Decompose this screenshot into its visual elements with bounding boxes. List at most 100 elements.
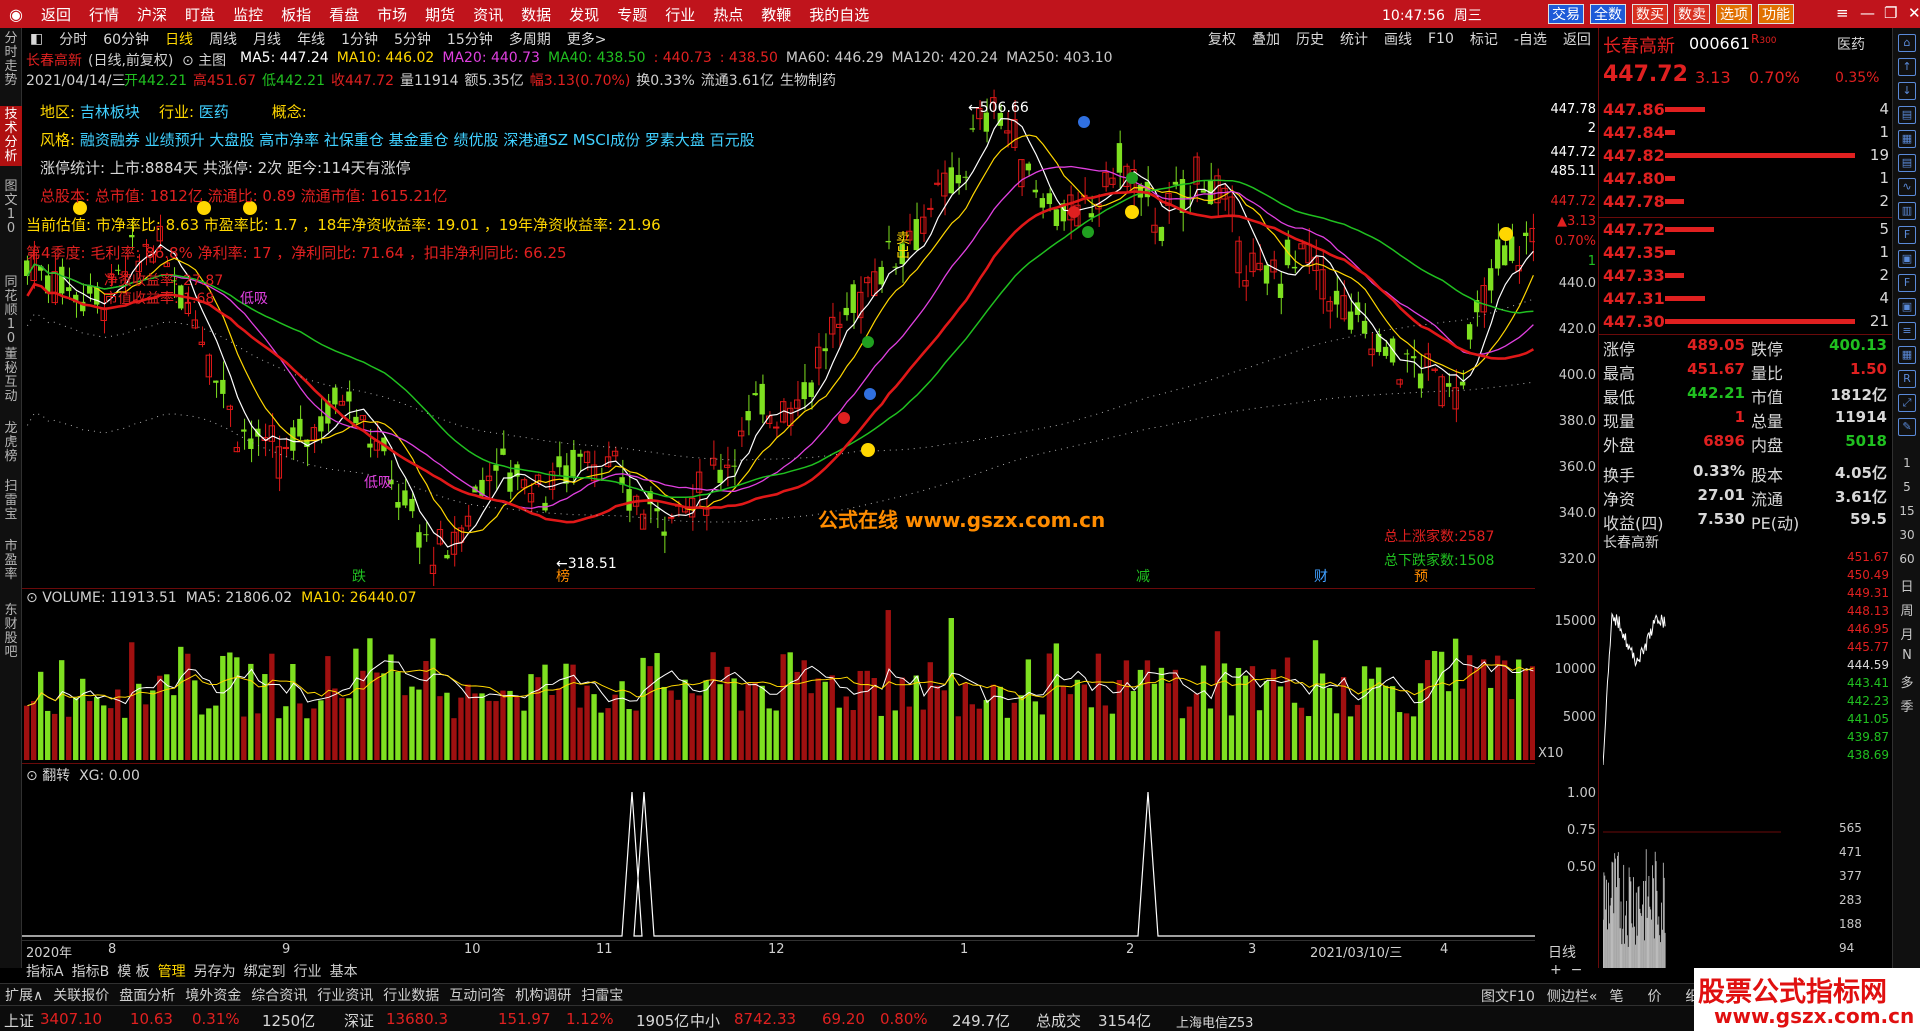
bottom-item-9[interactable]: 扫雷宝 — [576, 985, 628, 1005]
top-button-4[interactable]: 选项 — [1716, 4, 1752, 24]
left-tab-7[interactable]: 市盈率 — [0, 538, 22, 584]
bottom-item-7[interactable]: 互动问答 — [444, 985, 510, 1005]
top-button-3[interactable]: 数卖 — [1674, 4, 1710, 24]
top-button-2[interactable]: 数买 — [1632, 4, 1668, 24]
period-9[interactable]: 多周期 — [501, 29, 559, 49]
sidebar-icon-9[interactable]: ▣ — [1898, 250, 1916, 268]
period-1[interactable]: 60分钟 — [95, 29, 157, 49]
period-4[interactable]: 月线 — [245, 29, 289, 49]
chart-tool-6[interactable]: 标记 — [1462, 29, 1506, 49]
period-8[interactable]: 15分钟 — [439, 29, 501, 49]
volume-chart[interactable] — [22, 606, 1535, 762]
menu-item-0[interactable]: 返回 — [32, 4, 80, 25]
period-3[interactable]: 周线 — [201, 29, 245, 49]
chart-tool-0[interactable]: 复权 — [1200, 29, 1244, 49]
indicator-tab-1[interactable]: 指标B — [68, 961, 114, 981]
indicator-tab-4[interactable]: 另存为 — [190, 961, 240, 981]
sidebar-icon-11[interactable]: ▣ — [1898, 298, 1916, 316]
menu-item-10[interactable]: 数据 — [512, 4, 560, 25]
quote-sector[interactable]: 医药 — [1837, 34, 1865, 54]
period-5[interactable]: 年线 — [289, 29, 333, 49]
sidebar-icon-1[interactable]: ↑ — [1898, 58, 1916, 76]
sidebar-icon-6[interactable]: ∿ — [1898, 178, 1916, 196]
sidebar-icon-10[interactable]: F — [1898, 274, 1916, 292]
menu-item-4[interactable]: 监控 — [224, 4, 272, 25]
menu-item-15[interactable]: 教鞭 — [752, 4, 800, 25]
menu-item-12[interactable]: 专题 — [608, 4, 656, 25]
left-tab-4[interactable]: 董秘互动 — [0, 346, 22, 406]
indicator-tab-2[interactable]: 模 板 — [113, 961, 153, 981]
period-0[interactable]: 分时 — [51, 29, 95, 49]
menu-item-6[interactable]: 看盘 — [320, 4, 368, 25]
indicator-tab-0[interactable]: 指标A — [22, 961, 68, 981]
sidebar-period-num-2[interactable]: 15 — [1897, 504, 1917, 518]
sidebar-period-num-0[interactable]: 1 — [1897, 456, 1917, 470]
menu-item-9[interactable]: 资讯 — [464, 4, 512, 25]
left-tab-5[interactable]: 龙虎榜 — [0, 420, 22, 466]
indicator-tab-3[interactable]: 管理 — [154, 961, 190, 981]
bottom-item-6[interactable]: 行业数据 — [378, 985, 444, 1005]
sidebar-icon-3[interactable]: ▤ — [1898, 106, 1916, 124]
period-10[interactable]: 更多> — [559, 29, 615, 49]
sidebar-period-1[interactable]: 周 — [1897, 600, 1917, 619]
period-6[interactable]: 1分钟 — [333, 29, 386, 49]
menu-item-7[interactable]: 市场 — [368, 4, 416, 25]
left-tab-3[interactable]: 同花顺10 — [0, 274, 22, 348]
sidebar-period-2[interactable]: 月 — [1897, 624, 1917, 643]
left-tab-1[interactable]: 技术分析 — [0, 106, 22, 166]
top-button-0[interactable]: 交易 — [1548, 4, 1584, 24]
chart-tool-7[interactable]: -自选 — [1506, 29, 1555, 49]
sidebar-period-0[interactable]: 日 — [1897, 576, 1917, 595]
bottom-item-1[interactable]: 关联报价 — [48, 985, 114, 1005]
left-tab-8[interactable]: 东财股吧 — [0, 602, 22, 662]
sidebar-icon-13[interactable]: ▦ — [1898, 346, 1916, 364]
zoom-controls[interactable]: + − — [1550, 962, 1582, 978]
bottom-right-item-0[interactable]: 图文F10 — [1476, 986, 1540, 1006]
left-tab-0[interactable]: 分时走势 — [0, 30, 22, 90]
menu-item-3[interactable]: 盯盘 — [176, 4, 224, 25]
menu-item-13[interactable]: 行业 — [656, 4, 704, 25]
period-2[interactable]: 日线 — [157, 29, 201, 49]
window-control-1[interactable]: — — [1860, 4, 1875, 22]
period-7[interactable]: 5分钟 — [386, 29, 439, 49]
window-control-0[interactable]: ≡ — [1836, 4, 1849, 22]
indicator-chart[interactable] — [22, 782, 1535, 940]
main-chart-label[interactable]: ⊙ 主图 — [182, 50, 226, 70]
menu-item-1[interactable]: 行情 — [80, 4, 128, 25]
chart-tool-4[interactable]: 画线 — [1376, 29, 1420, 49]
bottom-right-item-1[interactable]: 侧边栏« — [1542, 986, 1603, 1006]
bottom-item-4[interactable]: 综合资讯 — [246, 985, 312, 1005]
sidebar-period-num-1[interactable]: 5 — [1897, 480, 1917, 494]
indicator-tab-6[interactable]: 行业 — [290, 961, 326, 981]
window-control-3[interactable]: ✕ — [1908, 4, 1920, 22]
bottom-item-8[interactable]: 机构调研 — [510, 985, 576, 1005]
sidebar-period-num-4[interactable]: 60 — [1897, 552, 1917, 566]
sidebar-period-4[interactable]: 多 — [1897, 672, 1917, 691]
menu-item-14[interactable]: 热点 — [704, 4, 752, 25]
sidebar-icon-16[interactable]: ✎ — [1898, 418, 1916, 436]
sidebar-icon-7[interactable]: ▥ — [1898, 202, 1916, 220]
menu-item-5[interactable]: 板指 — [272, 4, 320, 25]
date-axis-mode[interactable]: 日线 — [1548, 942, 1576, 962]
bottom-item-5[interactable]: 行业资讯 — [312, 985, 378, 1005]
sidebar-icon-4[interactable]: ▦ — [1898, 130, 1916, 148]
sidebar-period-5[interactable]: 季 — [1897, 696, 1917, 715]
window-control-2[interactable]: ❐ — [1884, 4, 1897, 22]
bottom-item-2[interactable]: 盘面分析 — [114, 985, 180, 1005]
menu-item-16[interactable]: 我的自选 — [800, 4, 878, 25]
left-tab-2[interactable]: 图文10 — [0, 178, 22, 238]
chart-tool-3[interactable]: 统计 — [1332, 29, 1376, 49]
chart-tool-5[interactable]: F10 — [1420, 31, 1462, 47]
sidebar-icon-12[interactable]: ≡ — [1898, 322, 1916, 340]
app-logo-icon[interactable]: ◉ — [0, 0, 32, 28]
bottom-item-3[interactable]: 境外资金 — [180, 985, 246, 1005]
chart-tool-1[interactable]: 叠加 — [1244, 29, 1288, 49]
bottom-item-0[interactable]: 扩展∧ — [0, 985, 48, 1005]
menu-toggle-icon[interactable]: ◧ — [22, 31, 51, 47]
intraday-mini-chart[interactable] — [1603, 552, 1781, 968]
chart-tool-2[interactable]: 历史 — [1288, 29, 1332, 49]
chart-tool-8[interactable]: 返回 — [1555, 29, 1599, 49]
menu-item-2[interactable]: 沪深 — [128, 4, 176, 25]
sidebar-icon-5[interactable]: ▤ — [1898, 154, 1916, 172]
top-button-1[interactable]: 全数 — [1590, 4, 1626, 24]
